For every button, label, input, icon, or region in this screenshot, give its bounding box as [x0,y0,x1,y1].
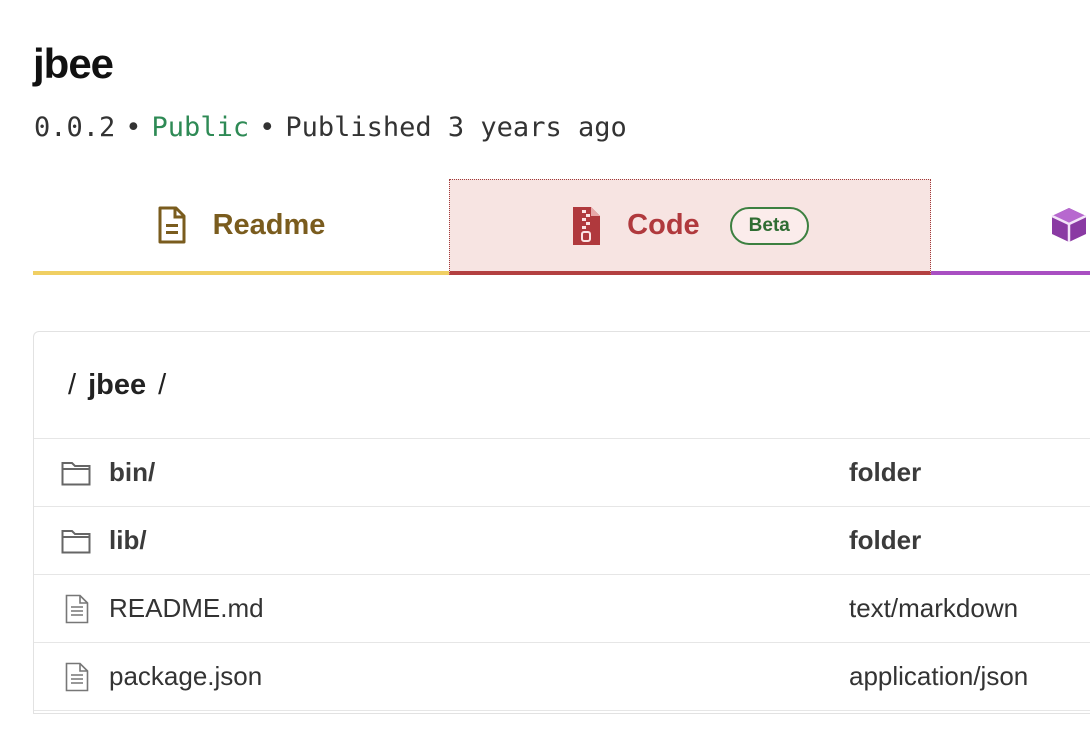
file-row[interactable]: README.md text/markdown [34,575,1090,643]
visibility-label: Public [151,112,250,143]
package-title: jbee [33,40,114,87]
file-name[interactable]: package.json [109,661,262,692]
box-icon [1049,205,1089,245]
tab-code[interactable]: Code Beta [449,179,931,275]
file-icon [65,662,89,692]
package-page: jbee 0.0.2 • Public • Published 3 years ago … [0,0,1090,734]
file-text-icon [157,206,187,244]
package-version: 0.0.2 [34,112,116,143]
tab-dependencies[interactable] [931,179,1090,275]
file-name[interactable]: README.md [109,593,264,624]
meta-separator: • [125,112,142,143]
file-type: folder [849,525,922,555]
file-name[interactable]: lib/ [109,525,147,556]
file-row[interactable]: bin/ folder [34,439,1090,507]
file-type: folder [849,457,922,487]
file-row[interactable]: lib/ folder [34,507,1090,575]
file-type: application/json [849,661,1029,691]
file-zip-icon [571,206,601,246]
breadcrumb: / jbee / [34,332,1090,439]
file-row[interactable]: package.json application/json [34,643,1090,711]
file-name[interactable]: bin/ [109,457,155,488]
tab-readme[interactable]: Readme [33,179,449,275]
published-label: Published 3 years ago [285,112,627,143]
folder-icon [61,460,91,486]
breadcrumb-segment[interactable]: jbee [88,369,146,402]
beta-badge: Beta [729,206,809,245]
breadcrumb-separator: / [158,368,167,401]
package-tabs: Readme Code Beta [33,179,1090,276]
breadcrumb-separator: / [68,368,77,401]
package-meta: 0.0.2 • Public • Published 3 years ago [34,112,627,144]
file-type: text/markdown [849,593,1019,623]
tab-readme-label: Readme [212,208,326,241]
file-icon [65,594,89,624]
file-browser: / jbee / bin/ folder lib/ folder README.… [33,331,1090,714]
folder-icon [61,528,91,554]
tab-code-label: Code [627,209,700,241]
meta-separator: • [259,112,276,143]
